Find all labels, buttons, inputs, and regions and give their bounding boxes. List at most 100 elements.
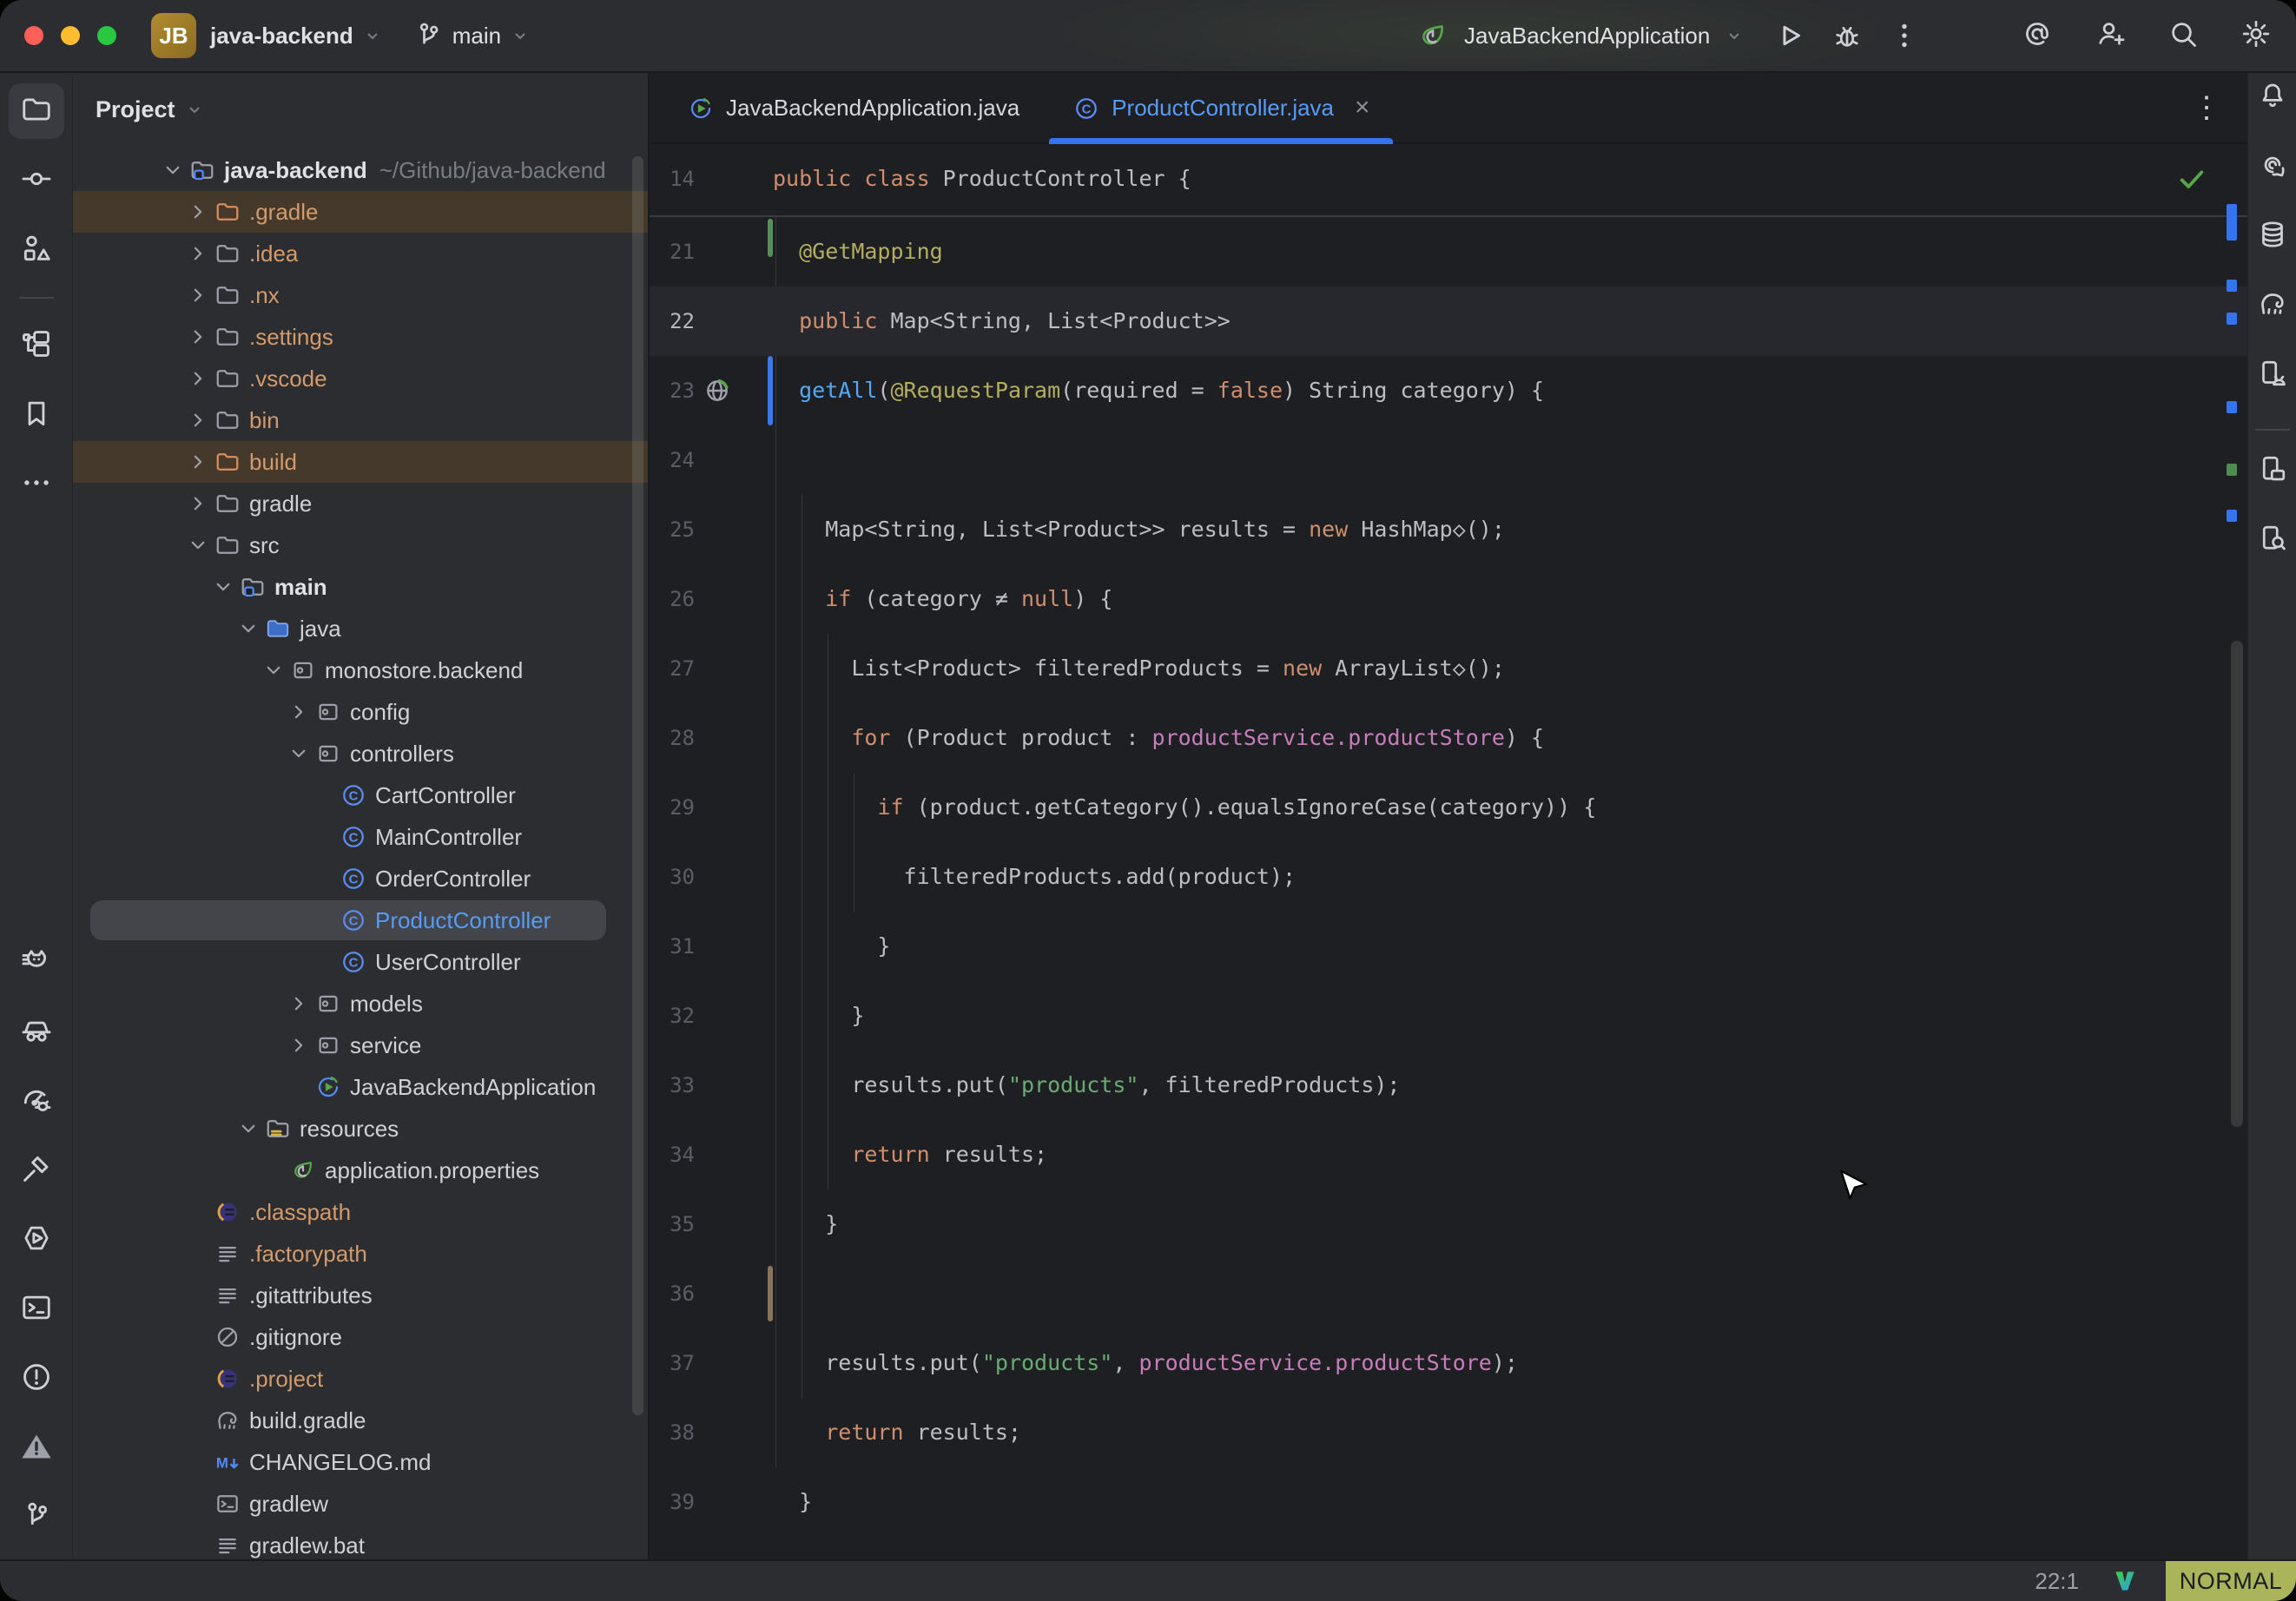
ai-assistant-tool-button[interactable] xyxy=(2252,146,2293,188)
chevron-right-icon[interactable] xyxy=(284,989,313,1018)
tree-row--gitattributes[interactable]: .gitattributes xyxy=(73,1275,648,1316)
chevron-right-icon[interactable] xyxy=(284,1031,313,1060)
tab-javabackendapplication-java[interactable]: JavaBackendApplication.java xyxy=(660,73,1046,142)
chevron-right-icon[interactable] xyxy=(284,697,313,727)
ai-assistant-button[interactable] xyxy=(2020,18,2055,53)
code-line-29[interactable]: 29 if (product.getCategory().equalsIgnor… xyxy=(650,773,2247,842)
project-panel-header[interactable]: Project xyxy=(73,73,648,146)
chevron-down-icon[interactable] xyxy=(183,530,213,560)
tree-row--settings[interactable]: .settings xyxy=(73,316,648,358)
tree-row--project[interactable]: .project xyxy=(73,1358,648,1400)
rest-endpoint-globe-icon[interactable] xyxy=(703,377,731,405)
tree-row--vscode[interactable]: .vscode xyxy=(73,358,648,399)
code-line-25[interactable]: 25 Map<String, List<Product>> results = … xyxy=(650,495,2247,564)
tree-row-cartcontroller[interactable]: CCartController xyxy=(73,774,648,816)
incognito-tool-button[interactable] xyxy=(9,1004,64,1059)
minimize-window-button[interactable] xyxy=(61,26,80,45)
tree-row-gradlew[interactable]: gradlew xyxy=(73,1483,648,1525)
chevron-right-icon[interactable] xyxy=(183,447,213,477)
tree-row-productcontroller[interactable]: CProductController xyxy=(73,899,648,941)
more-run-actions-button[interactable] xyxy=(1887,18,1922,53)
device-manager-tool-button[interactable] xyxy=(2252,450,2293,491)
run-configuration-selector[interactable]: JavaBackendApplication xyxy=(1464,23,1710,49)
speed-cat-tool-button[interactable] xyxy=(9,934,64,990)
tree-row-java[interactable]: java xyxy=(73,608,648,649)
chevron-right-icon[interactable] xyxy=(183,280,213,310)
warnings-tool-button[interactable] xyxy=(9,1420,64,1476)
caret-position-widget[interactable]: 22:1 xyxy=(2035,1568,2079,1595)
tree-row-build[interactable]: build xyxy=(73,441,648,483)
search-everywhere-button[interactable] xyxy=(2166,18,2200,53)
structure-shapes-tool-button[interactable] xyxy=(9,222,64,278)
bookmarks-tool-button[interactable] xyxy=(9,387,64,443)
code-line-35[interactable]: 35 } xyxy=(650,1189,2247,1259)
settings-button[interactable] xyxy=(2239,18,2273,53)
chevron-right-icon[interactable] xyxy=(183,322,213,352)
code-editor[interactable]: 14public class ProductController {21 @Ge… xyxy=(650,144,2247,1559)
build-tool-button[interactable] xyxy=(9,1143,64,1198)
inspections-ok-icon[interactable] xyxy=(2176,163,2207,194)
code-line-32[interactable]: 32 } xyxy=(650,981,2247,1051)
code-line-27[interactable]: 27 List<Product> filteredProducts = new … xyxy=(650,634,2247,703)
code-line-36[interactable]: 36 xyxy=(650,1259,2247,1328)
tree-row-gradle[interactable]: gradle xyxy=(73,483,648,524)
chevron-down-icon[interactable] xyxy=(284,739,313,768)
vim-mode-badge[interactable]: NORMAL xyxy=(2166,1561,2296,1601)
tree-row--classpath[interactable]: .classpath xyxy=(73,1191,648,1233)
tree-row--gradle[interactable]: .gradle xyxy=(73,191,648,233)
database-tool-button[interactable] xyxy=(2252,215,2293,257)
tree-row-ordercontroller[interactable]: COrderController xyxy=(73,858,648,899)
tree-row-maincontroller[interactable]: CMainController xyxy=(73,816,648,858)
error-stripe[interactable] xyxy=(2221,144,2247,1559)
tree-row--idea[interactable]: .idea xyxy=(73,233,648,274)
chevron-right-icon[interactable] xyxy=(183,489,213,518)
editor-options-kebab-icon[interactable]: ⋮ xyxy=(2192,73,2221,142)
tree-row-bin[interactable]: bin xyxy=(73,399,648,441)
chevron-down-icon[interactable] xyxy=(234,1114,263,1143)
gradle-tool-button[interactable] xyxy=(2252,285,2293,326)
branch-selector[interactable]: main xyxy=(412,20,531,51)
code-line-28[interactable]: 28 for (Product product : productService… xyxy=(650,703,2247,773)
tree-row--factorypath[interactable]: .factorypath xyxy=(73,1233,648,1275)
chevron-down-icon[interactable] xyxy=(234,614,263,643)
tree-row-config[interactable]: config xyxy=(73,691,648,733)
running-devices-tool-button[interactable] xyxy=(2252,354,2293,396)
code-line-22[interactable]: 22 public Map<String, List<Product>> xyxy=(650,287,2247,356)
tab-productcontroller-java[interactable]: CProductController.java× xyxy=(1046,73,1395,142)
problems-tool-button[interactable] xyxy=(9,1351,64,1407)
tree-row-java-backend[interactable]: java-backend~/Github/java-backend xyxy=(73,149,648,191)
tree-row--gitignore[interactable]: .gitignore xyxy=(73,1316,648,1358)
chevron-right-icon[interactable] xyxy=(183,197,213,227)
project-tool-button[interactable] xyxy=(9,83,64,139)
chevron-right-icon[interactable] xyxy=(183,405,213,435)
code-line-37[interactable]: 37 results.put("products", productServic… xyxy=(650,1328,2247,1398)
close-window-button[interactable] xyxy=(24,26,43,45)
tree-row-javabackendapplication[interactable]: JavaBackendApplication xyxy=(73,1066,648,1108)
code-with-me-button[interactable] xyxy=(2093,18,2128,53)
project-selector[interactable]: java-backend xyxy=(210,23,383,49)
code-line-23[interactable]: 23 getAll(@RequestParam(required = false… xyxy=(650,356,2247,425)
profiler-tool-button[interactable] xyxy=(9,1073,64,1129)
tree-row-models[interactable]: models xyxy=(73,983,648,1025)
code-line-34[interactable]: 34 return results; xyxy=(650,1120,2247,1189)
more-tool-windows-button[interactable] xyxy=(9,457,64,512)
editor-scrollbar[interactable] xyxy=(2231,641,2243,1127)
tree-row-src[interactable]: src xyxy=(73,524,648,566)
tree-row-resources[interactable]: resources xyxy=(73,1108,648,1150)
code-line-21[interactable]: 21 @GetMapping xyxy=(650,217,2247,287)
terminal-tool-button[interactable] xyxy=(9,1281,64,1337)
chevron-right-icon[interactable] xyxy=(183,239,213,268)
chevron-down-icon[interactable] xyxy=(208,572,238,602)
tree-row-service[interactable]: service xyxy=(73,1025,648,1066)
tab-close-icon[interactable]: × xyxy=(1355,95,1370,121)
tree-row--nx[interactable]: .nx xyxy=(73,274,648,316)
ideavim-icon[interactable] xyxy=(2110,1568,2140,1594)
chevron-down-icon[interactable] xyxy=(158,155,188,185)
tree-row-build-gradle[interactable]: build.gradle xyxy=(73,1400,648,1441)
device-explorer-tool-button[interactable] xyxy=(2252,519,2293,561)
version-control-tool-button[interactable] xyxy=(9,1490,64,1545)
tree-row-main[interactable]: main xyxy=(73,566,648,608)
tree-row-gradlew-bat[interactable]: gradlew.bat xyxy=(73,1525,648,1559)
notifications-tool-button[interactable] xyxy=(2252,76,2293,118)
tree-row-application-properties[interactable]: application.properties xyxy=(73,1150,648,1191)
